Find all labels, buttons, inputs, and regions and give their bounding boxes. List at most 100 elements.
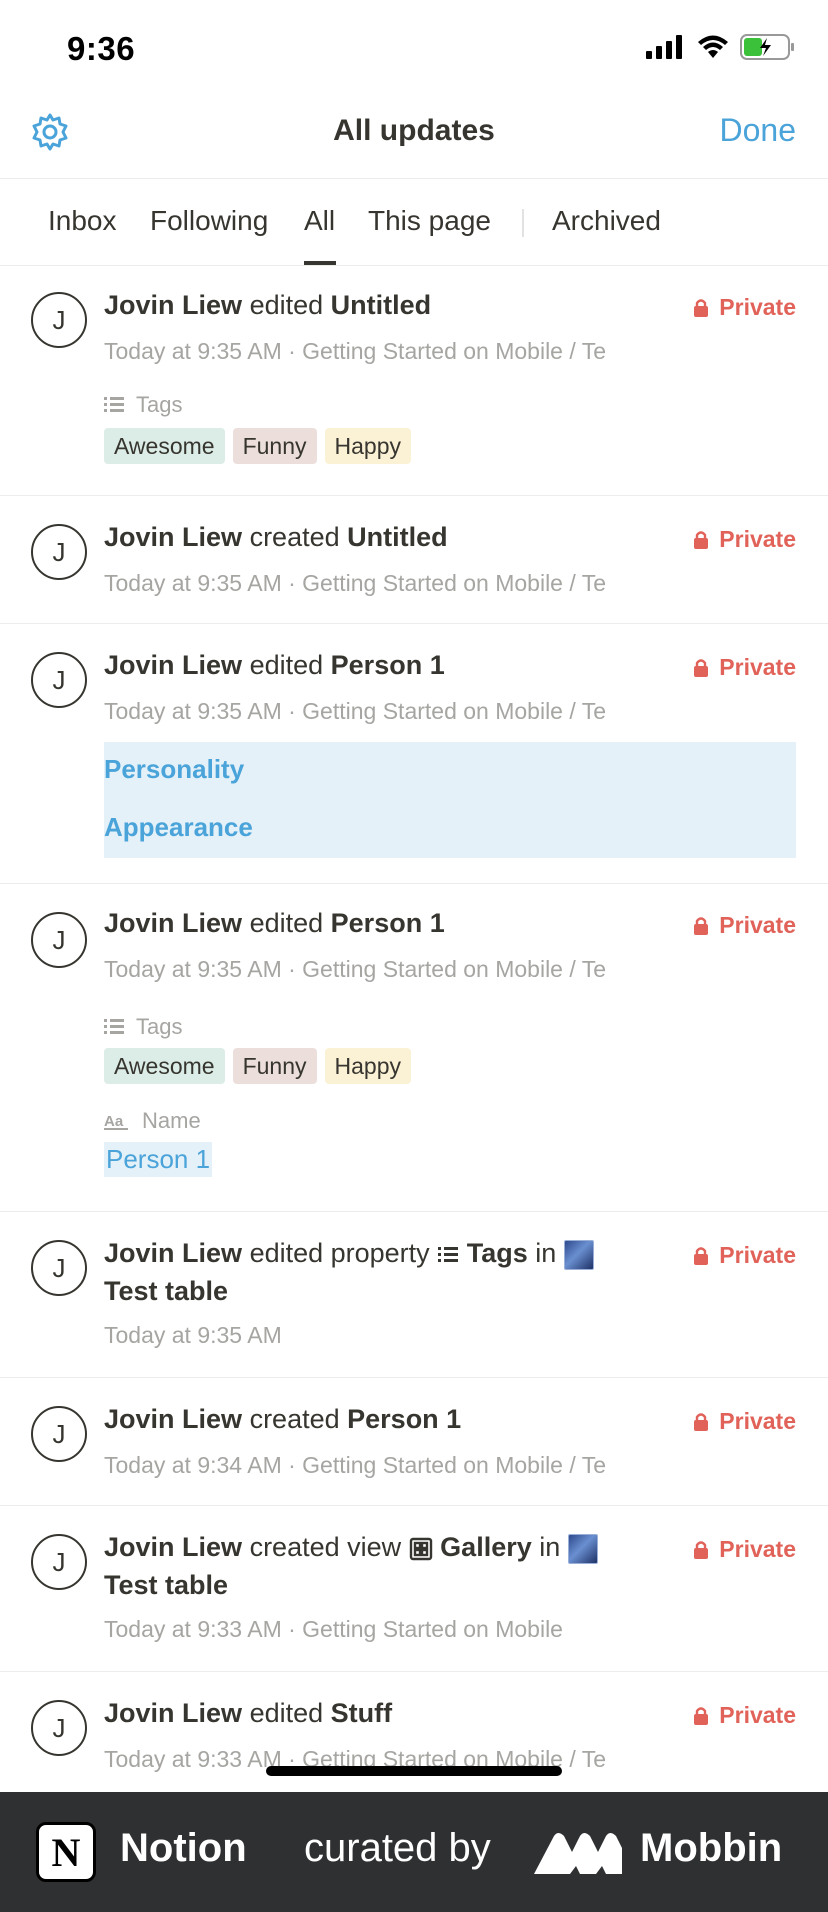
avatar: J — [31, 1700, 87, 1756]
update-item[interactable]: J Jovin Liew created view Gallery in Tes… — [0, 1506, 828, 1672]
update-summary: Jovin Liew edited property Tags in — [104, 1238, 594, 1270]
home-indicator[interactable] — [266, 1766, 562, 1776]
private-label: Private — [719, 1408, 796, 1434]
update-item[interactable]: J Jovin Liew edited property Tags in Tes… — [0, 1212, 828, 1378]
update-meta: Today at 9:34 AM · Getting Started on Mo… — [104, 1452, 607, 1478]
user-name: Jovin Liew — [104, 1698, 243, 1728]
tab-archived[interactable]: Archived — [552, 205, 661, 237]
private-badge: Private — [693, 526, 796, 553]
private-label: Private — [719, 1536, 796, 1562]
property-label: Tags — [104, 1014, 182, 1040]
user-name: Jovin Liew — [104, 650, 243, 680]
update-item[interactable]: J Jovin Liew edited Person 1 Private Tod… — [0, 624, 828, 884]
update-meta: Today at 9:35 AM · Getting Started on Mo… — [104, 570, 607, 596]
status-bar: 9:36 — [0, 0, 828, 96]
page-link[interactable]: Untitled — [347, 522, 448, 552]
private-label: Private — [719, 912, 796, 938]
update-item[interactable]: J Jovin Liew edited Untitled Private Tod… — [0, 266, 828, 496]
page-link[interactable]: Stuff — [331, 1698, 392, 1728]
page-thumbnail-icon — [563, 1239, 594, 1270]
text-property-icon: Aa — [104, 1113, 128, 1130]
banner-curated-by: curated by — [304, 1826, 491, 1870]
action-text: created — [249, 522, 340, 552]
tab-following[interactable]: Following — [150, 205, 268, 237]
tag: Awesome — [104, 1048, 225, 1084]
filter-tabs: Inbox Following All This page Archived — [0, 178, 828, 266]
tab-this-page[interactable]: This page — [368, 205, 491, 237]
private-label: Private — [719, 294, 796, 320]
tab-all[interactable]: All — [304, 205, 335, 237]
update-summary: Jovin Liew edited Stuff — [104, 1698, 392, 1729]
lock-icon — [694, 658, 709, 677]
changed-content-block[interactable]: Personality Appearance — [104, 742, 796, 858]
update-item[interactable]: J Jovin Liew created Person 1 Private To… — [0, 1378, 828, 1506]
view-link[interactable]: Gallery — [440, 1532, 532, 1562]
property-label: Aa Name — [104, 1108, 201, 1134]
property-label: Tags — [104, 392, 182, 418]
tag-list: Awesome Funny Happy — [104, 1048, 411, 1084]
update-summary: Jovin Liew edited Person 1 — [104, 650, 445, 681]
avatar: J — [31, 652, 87, 708]
private-badge: Private — [693, 1536, 796, 1563]
tag: Happy — [324, 428, 411, 464]
action-text: created — [249, 1404, 340, 1434]
avatar: J — [31, 1240, 87, 1296]
user-name: Jovin Liew — [104, 1238, 243, 1268]
page-link[interactable]: Person 1 — [331, 908, 445, 938]
private-label: Private — [719, 1242, 796, 1268]
action-text: edited — [249, 650, 324, 680]
lock-icon — [694, 1706, 709, 1725]
update-item[interactable]: J Jovin Liew created Untitled Private To… — [0, 496, 828, 624]
user-name: Jovin Liew — [104, 1532, 243, 1562]
connector-text: in — [539, 1532, 561, 1562]
lock-icon — [694, 298, 709, 317]
list-icon — [104, 397, 124, 412]
action-text: edited — [249, 290, 324, 320]
attribution-banner: N Notion curated by Mobbin — [0, 1792, 828, 1912]
private-label: Private — [719, 526, 796, 552]
avatar: J — [31, 1406, 87, 1462]
tab-inbox[interactable]: Inbox — [48, 205, 117, 237]
gallery-icon — [409, 1537, 432, 1561]
mobbin-logo-icon — [534, 1833, 622, 1874]
page-link[interactable]: Person 1 — [331, 650, 445, 680]
lock-icon — [694, 1412, 709, 1431]
update-meta: Today at 9:35 AM · Getting Started on Mo… — [104, 698, 607, 724]
avatar: J — [31, 292, 87, 348]
private-badge: Private — [693, 654, 796, 681]
status-icons — [646, 34, 796, 60]
table-link[interactable]: Test table — [104, 1570, 228, 1601]
property-link[interactable]: Tags — [467, 1238, 528, 1268]
update-summary: Jovin Liew created view Gallery in — [104, 1532, 598, 1564]
avatar: J — [31, 1534, 87, 1590]
banner-brand: Mobbin — [640, 1826, 783, 1870]
user-name: Jovin Liew — [104, 908, 243, 938]
update-summary: Jovin Liew edited Untitled — [104, 290, 431, 321]
tag: Awesome — [104, 428, 225, 464]
battery-icon — [740, 34, 794, 60]
private-badge: Private — [693, 1242, 796, 1269]
table-link[interactable]: Test table — [104, 1276, 228, 1307]
done-button[interactable]: Done — [720, 112, 797, 149]
action-text: edited — [249, 908, 324, 938]
connector-text: in — [535, 1238, 557, 1268]
update-meta: Today at 9:35 AM · Getting Started on Mo… — [104, 956, 607, 982]
avatar: J — [31, 912, 87, 968]
update-item[interactable]: J Jovin Liew edited Person 1 Private Tod… — [0, 884, 828, 1212]
page-thumbnail-icon — [567, 1533, 598, 1564]
property-name: Tags — [136, 392, 183, 417]
private-badge: Private — [693, 1408, 796, 1435]
lock-icon — [694, 916, 709, 935]
notion-logo-icon: N — [36, 1822, 96, 1882]
update-meta: Today at 9:35 AM — [104, 1322, 282, 1348]
nav-header: All updates Done — [0, 96, 828, 178]
banner-app-name: Notion — [120, 1826, 247, 1870]
status-time: 9:36 — [67, 30, 136, 67]
page-link[interactable]: Untitled — [331, 290, 432, 320]
name-value-link[interactable]: Person 1 — [104, 1142, 213, 1177]
private-badge: Private — [693, 294, 796, 321]
page-link[interactable]: Person 1 — [347, 1404, 461, 1434]
tab-divider — [522, 209, 524, 237]
user-name: Jovin Liew — [104, 522, 243, 552]
update-summary: Jovin Liew created Person 1 — [104, 1404, 461, 1435]
